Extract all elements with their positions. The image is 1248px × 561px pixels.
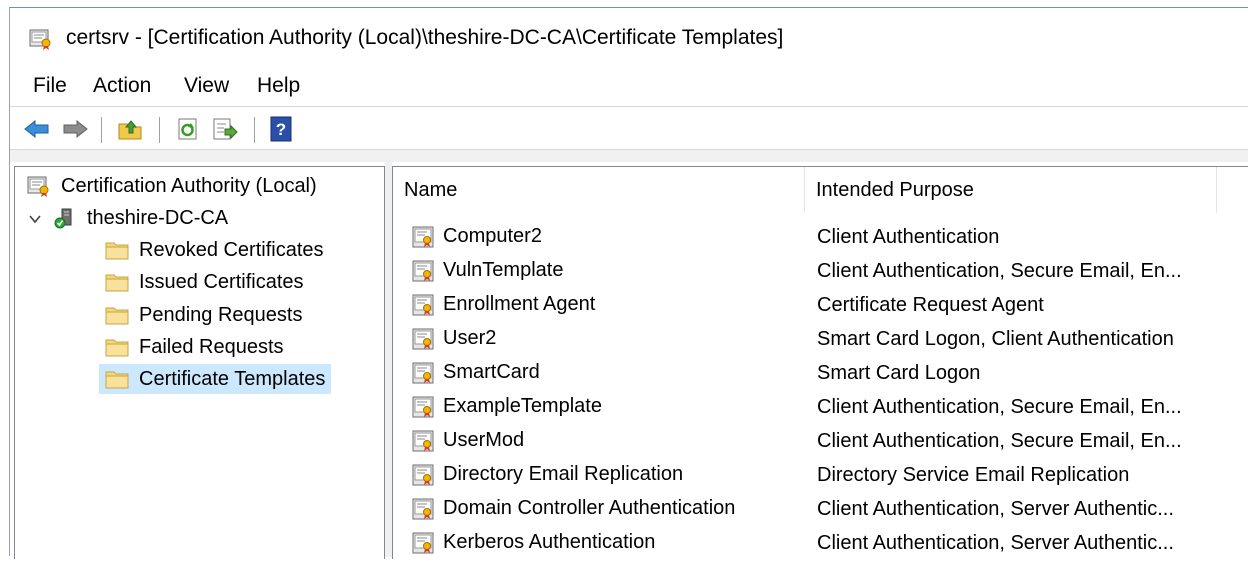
template-name-cell: Domain Controller Authentication (412, 497, 735, 520)
template-name: Directory Email Replication (443, 463, 684, 485)
table-row[interactable]: User2 Smart Card Logon, Client Authentica… (393, 323, 1248, 357)
tree-label: Certificate Templates (139, 367, 326, 390)
column-header-intended-purpose[interactable]: Intended Purpose (805, 167, 1217, 213)
tree-label: theshire-DC-CA (87, 206, 229, 229)
table-row[interactable]: Domain Controller Authentication Client A… (393, 493, 1248, 527)
template-name: Computer2 (443, 225, 542, 247)
help-icon[interactable]: ? (266, 115, 296, 143)
certificate-template-icon (412, 498, 434, 520)
refresh-icon[interactable] (173, 115, 203, 143)
certificate-template-icon (412, 532, 434, 554)
mmc-window: certsrv - [Certification Authority (Loca… (9, 7, 1248, 559)
template-name: VulnTemplate (443, 259, 564, 281)
template-intended-purpose: Client Authentication, Secure Email, En.… (817, 260, 1182, 282)
template-name-cell: UserMod (412, 429, 524, 452)
column-header-name[interactable]: Name (393, 167, 805, 213)
template-name-cell: Kerberos Authentication (412, 531, 655, 554)
title-bar: certsrv - [Certification Authority (Loca… (10, 8, 1248, 68)
template-name-cell: Enrollment Agent (412, 293, 595, 316)
table-row[interactable]: Enrollment Agent Certificate Request Agen… (393, 289, 1248, 323)
tree-label: Failed Requests (139, 335, 284, 358)
certificate-template-icon (412, 464, 434, 486)
template-intended-purpose: Certificate Request Agent (817, 294, 1044, 316)
template-name-cell: VulnTemplate (412, 259, 563, 282)
up-folder-icon[interactable] (115, 115, 145, 143)
back-icon[interactable] (22, 115, 52, 143)
template-name: Enrollment Agent (443, 293, 596, 315)
template-name-cell: Directory Email Replication (412, 463, 683, 486)
template-name-cell: User2 (412, 327, 496, 350)
table-row[interactable]: Computer2 Client Authentication (393, 221, 1248, 255)
svg-text:?: ? (276, 120, 286, 139)
pane-splitter[interactable] (385, 161, 392, 557)
toolbar-band (10, 149, 1248, 162)
certsrv-app-icon (29, 28, 53, 50)
template-name-cell: Computer2 (412, 225, 542, 248)
certificate-template-icon (412, 430, 434, 452)
menu-help[interactable]: Help (255, 74, 302, 98)
console-tree: Certification Authority (Local) theshire… (14, 166, 385, 559)
template-name: UserMod (443, 429, 525, 451)
template-intended-purpose: Client Authentication, Server Authentic.… (817, 532, 1174, 554)
certificate-template-icon (412, 260, 434, 282)
tree-node-issued-certificates[interactable]: Issued Certificates (105, 267, 304, 297)
table-row[interactable]: SmartCard Smart Card Logon (393, 357, 1248, 391)
template-intended-purpose: Client Authentication, Secure Email, En.… (817, 396, 1182, 418)
folder-icon (105, 336, 129, 358)
export-list-icon[interactable] (210, 115, 240, 143)
chevron-down-icon[interactable] (27, 211, 43, 227)
template-intended-purpose: Client Authentication (817, 226, 1000, 248)
result-list: Name Intended Purpose Computer2 Client Au… (392, 166, 1248, 559)
tree-node-ca[interactable]: theshire-DC-CA (53, 203, 228, 233)
template-intended-purpose: Smart Card Logon, Client Authentication (817, 328, 1174, 350)
toolbar: ? (10, 107, 1248, 151)
menu-bar: File Action View Help (10, 68, 1248, 107)
template-intended-purpose: Client Authentication, Server Authentic.… (817, 498, 1174, 520)
template-intended-purpose: Directory Service Email Replication (817, 464, 1130, 486)
tree-node-failed-requests[interactable]: Failed Requests (105, 332, 284, 362)
template-name: User2 (443, 327, 497, 349)
toolbar-separator (159, 117, 160, 143)
folder-icon (105, 239, 129, 261)
certificate-template-icon (412, 362, 434, 384)
template-intended-purpose: Smart Card Logon (817, 362, 981, 384)
tree-node-revoked-certificates[interactable]: Revoked Certificates (105, 235, 324, 265)
tree-node-pending-requests[interactable]: Pending Requests (105, 300, 302, 330)
menu-action[interactable]: Action (91, 74, 153, 98)
menu-view[interactable]: View (182, 74, 231, 98)
table-row[interactable]: Directory Email Replication Directory Ser… (393, 459, 1248, 493)
tree-label: Certification Authority (Local) (61, 174, 317, 197)
toolbar-separator (101, 117, 102, 143)
certificate-template-icon (412, 396, 434, 418)
forward-icon[interactable] (60, 115, 90, 143)
template-name: ExampleTemplate (443, 395, 602, 417)
certificate-template-icon (412, 328, 434, 350)
folder-icon (105, 304, 129, 326)
template-intended-purpose: Client Authentication, Secure Email, En.… (817, 430, 1182, 452)
template-name: SmartCard (443, 361, 540, 383)
template-name: Kerberos Authentication (443, 531, 656, 553)
tree-label: Pending Requests (139, 303, 303, 326)
tree-node-ca-local[interactable]: Certification Authority (Local) (27, 171, 317, 201)
template-name-cell: ExampleTemplate (412, 395, 602, 418)
template-name-cell: SmartCard (412, 361, 540, 384)
template-name: Domain Controller Authentication (443, 497, 736, 519)
window-title: certsrv - [Certification Authority (Loca… (66, 26, 784, 49)
certificate-template-icon (412, 294, 434, 316)
toolbar-separator (254, 117, 255, 143)
table-row[interactable]: VulnTemplate Client Authentication, Secur… (393, 255, 1248, 289)
folder-icon (105, 271, 129, 293)
certsrv-app-icon (27, 175, 51, 197)
certificate-template-icon (412, 226, 434, 248)
tree-label: Revoked Certificates (139, 238, 324, 261)
tree-node-certificate-templates[interactable]: Certificate Templates (99, 364, 332, 394)
tree-label: Issued Certificates (139, 270, 304, 293)
table-row[interactable]: ExampleTemplate Client Authentication, Se… (393, 391, 1248, 425)
ca-server-icon (53, 207, 77, 229)
table-row[interactable]: UserMod Client Authentication, Secure Ema… (393, 425, 1248, 459)
folder-icon (105, 368, 129, 390)
menu-file[interactable]: File (31, 74, 69, 98)
